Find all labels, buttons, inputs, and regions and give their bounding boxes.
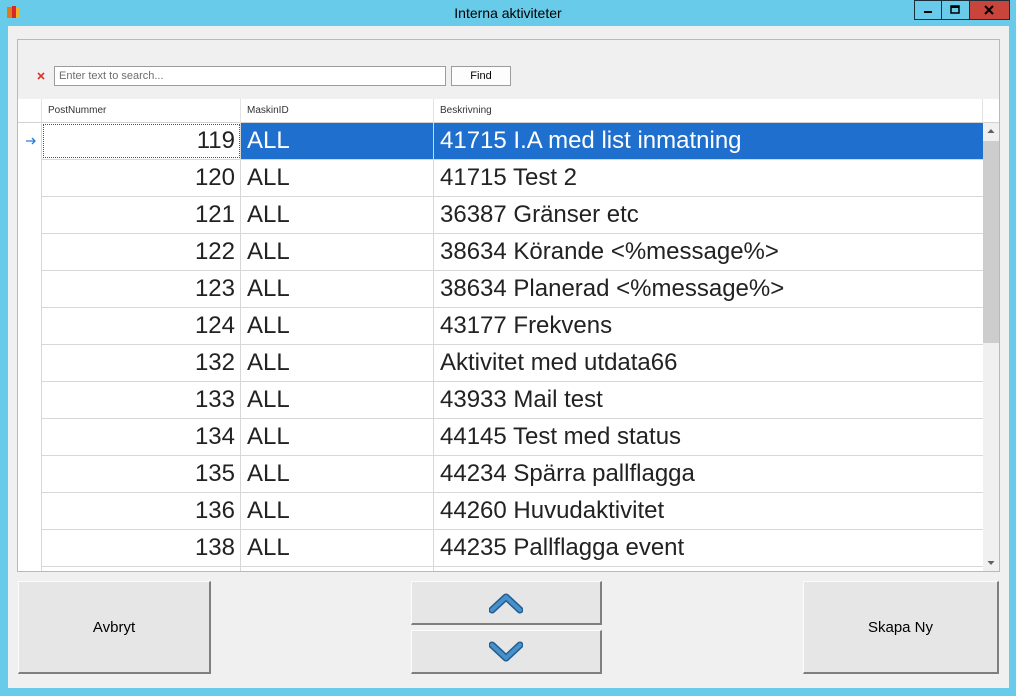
move-up-button[interactable] bbox=[411, 581, 602, 625]
cell-beskrivning[interactable]: 41715 I.A med list inmatning bbox=[434, 123, 983, 159]
row-indicator[interactable] bbox=[18, 567, 42, 571]
cell-maskinid[interactable]: ALL bbox=[241, 197, 434, 233]
scroll-down-arrow-icon[interactable] bbox=[983, 555, 999, 571]
client-area: Find PostNummer MaskinID Beskrivning 119… bbox=[8, 26, 1009, 688]
cell-beskrivning[interactable]: 44235 Pallflagga event bbox=[434, 530, 983, 566]
cell-beskrivning[interactable]: 36387 Gränser etc bbox=[434, 197, 983, 233]
close-icon bbox=[984, 5, 994, 15]
cell-maskinid[interactable]: ALL bbox=[241, 123, 434, 159]
cell-maskinid[interactable]: ALL bbox=[241, 419, 434, 455]
arrow-right-icon bbox=[26, 137, 36, 145]
cell-maskinid[interactable]: ALL bbox=[241, 530, 434, 566]
cell-postnummer[interactable]: 122 bbox=[42, 234, 241, 270]
cell-beskrivning[interactable]: 41715 Test 2 bbox=[434, 160, 983, 196]
cell-postnummer[interactable]: 123 bbox=[42, 271, 241, 307]
close-button[interactable] bbox=[970, 0, 1010, 20]
cell-beskrivning[interactable]: 44260 Huvudaktivitet bbox=[434, 493, 983, 529]
cell-beskrivning[interactable]: 43933 Mail test bbox=[434, 382, 983, 418]
column-header-postnummer[interactable]: PostNummer bbox=[42, 99, 241, 123]
row-header-corner bbox=[18, 99, 42, 123]
row-indicator[interactable] bbox=[18, 456, 42, 493]
vertical-scrollbar[interactable] bbox=[983, 123, 999, 571]
table-row[interactable]: 119 ALL 41715 I.A med list inmatning bbox=[18, 123, 983, 160]
cell-beskrivning[interactable]: 38634 Planerad <%message%> bbox=[434, 271, 983, 307]
table-row[interactable]: 136 ALL 44260 Huvudaktivitet bbox=[18, 493, 983, 530]
cell-postnummer[interactable]: 134 bbox=[42, 419, 241, 455]
scroll-up-arrow-icon[interactable] bbox=[983, 123, 999, 139]
cell-postnummer[interactable]: 120 bbox=[42, 160, 241, 196]
maximize-icon bbox=[950, 5, 960, 14]
table-row[interactable]: 138 ALL 44235 Pallflagga event bbox=[18, 530, 983, 567]
title-bar: Interna aktiviteter bbox=[0, 0, 1016, 26]
table-row[interactable]: 122 ALL 38634 Körande <%message%> bbox=[18, 234, 983, 271]
row-indicator[interactable] bbox=[18, 197, 42, 234]
clear-x-icon[interactable] bbox=[35, 70, 47, 82]
cell-maskinid[interactable]: ALL bbox=[241, 493, 434, 529]
row-indicator[interactable] bbox=[18, 234, 42, 271]
cell-postnummer[interactable]: 135 bbox=[42, 456, 241, 492]
table-row[interactable]: 132 ALL Aktivitet med utdata66 bbox=[18, 345, 983, 382]
column-header-beskrivning[interactable]: Beskrivning bbox=[434, 99, 983, 123]
row-indicator[interactable] bbox=[18, 382, 42, 419]
cell-maskinid[interactable]: ALL bbox=[241, 456, 434, 492]
cell-maskinid[interactable]: ALL bbox=[241, 160, 434, 196]
chevron-down-icon bbox=[489, 641, 523, 661]
activities-panel: Find PostNummer MaskinID Beskrivning 119… bbox=[17, 39, 1000, 572]
cell-maskinid[interactable]: ALL bbox=[241, 567, 434, 571]
cell-postnummer[interactable]: 119 bbox=[42, 123, 241, 159]
cell-postnummer[interactable]: 132 bbox=[42, 345, 241, 381]
create-new-button[interactable]: Skapa Ny bbox=[803, 581, 999, 674]
cell-beskrivning[interactable]: Aktivitet med utdata66 bbox=[434, 345, 983, 381]
scrollbar-thumb[interactable] bbox=[983, 141, 999, 343]
cell-postnummer[interactable]: 121 bbox=[42, 197, 241, 233]
cell-beskrivning[interactable]: 44236 Pallflagga bbox=[434, 567, 983, 571]
cell-postnummer[interactable]: 124 bbox=[42, 308, 241, 344]
cancel-button[interactable]: Avbryt bbox=[18, 581, 211, 674]
cell-postnummer[interactable]: 139 bbox=[42, 567, 241, 571]
cell-maskinid[interactable]: ALL bbox=[241, 382, 434, 418]
row-indicator[interactable] bbox=[18, 123, 42, 160]
table-row[interactable]: 120 ALL 41715 Test 2 bbox=[18, 160, 983, 197]
grid-rows: 119 ALL 41715 I.A med list inmatning 120 ALL… bbox=[18, 123, 983, 571]
row-indicator[interactable] bbox=[18, 345, 42, 382]
table-row[interactable]: 134 ALL 44145 Test med status bbox=[18, 419, 983, 456]
cell-beskrivning[interactable]: 44145 Test med status bbox=[434, 419, 983, 455]
cell-postnummer[interactable]: 133 bbox=[42, 382, 241, 418]
cell-maskinid[interactable]: ALL bbox=[241, 345, 434, 381]
cell-beskrivning[interactable]: 44234 Spärra pallflagga bbox=[434, 456, 983, 492]
table-row[interactable]: 133 ALL 43933 Mail test bbox=[18, 382, 983, 419]
column-header-maskinid[interactable]: MaskinID bbox=[241, 99, 434, 123]
search-input[interactable] bbox=[54, 66, 446, 86]
cell-maskinid[interactable]: ALL bbox=[241, 308, 434, 344]
minimize-button[interactable] bbox=[914, 0, 942, 20]
row-indicator[interactable] bbox=[18, 493, 42, 530]
table-row[interactable]: 139ALL44236 Pallflagga bbox=[18, 567, 983, 571]
chevron-up-icon bbox=[489, 593, 523, 613]
table-row[interactable]: 121 ALL 36387 Gränser etc bbox=[18, 197, 983, 234]
table-row[interactable]: 123 ALL 38634 Planerad <%message%> bbox=[18, 271, 983, 308]
minimize-icon bbox=[924, 11, 932, 13]
cell-maskinid[interactable]: ALL bbox=[241, 271, 434, 307]
grid-header: PostNummer MaskinID Beskrivning bbox=[18, 99, 999, 123]
row-indicator[interactable] bbox=[18, 530, 42, 567]
activities-grid: PostNummer MaskinID Beskrivning 119 ALL 41… bbox=[18, 99, 999, 571]
table-row[interactable]: 135 ALL 44234 Spärra pallflagga bbox=[18, 456, 983, 493]
cell-beskrivning[interactable]: 38634 Körande <%message%> bbox=[434, 234, 983, 270]
cell-postnummer[interactable]: 138 bbox=[42, 530, 241, 566]
move-down-button[interactable] bbox=[411, 630, 602, 674]
row-indicator[interactable] bbox=[18, 160, 42, 197]
find-button[interactable]: Find bbox=[451, 66, 511, 86]
table-row[interactable]: 124 ALL 43177 Frekvens bbox=[18, 308, 983, 345]
cell-maskinid[interactable]: ALL bbox=[241, 234, 434, 270]
window-title: Interna aktiviteter bbox=[454, 5, 562, 21]
row-indicator[interactable] bbox=[18, 271, 42, 308]
row-indicator[interactable] bbox=[18, 419, 42, 456]
cell-postnummer[interactable]: 136 bbox=[42, 493, 241, 529]
maximize-button[interactable] bbox=[942, 0, 970, 20]
cell-beskrivning[interactable]: 43177 Frekvens bbox=[434, 308, 983, 344]
row-indicator[interactable] bbox=[18, 308, 42, 345]
